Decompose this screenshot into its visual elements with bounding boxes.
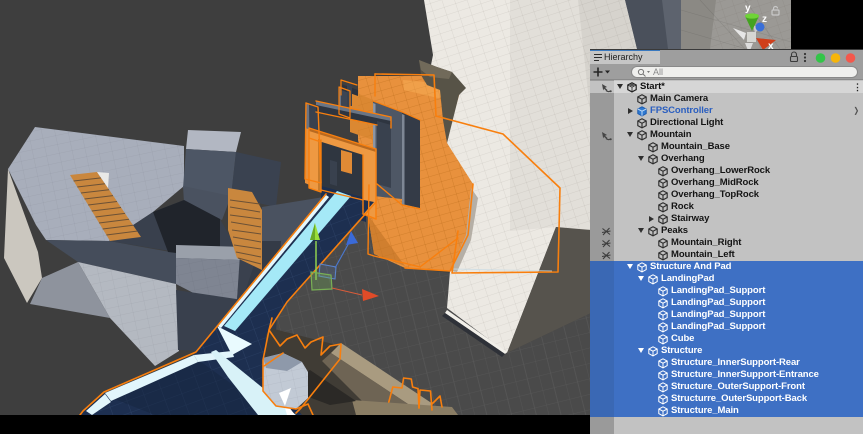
svg-text:y: y [745,3,751,14]
svg-text:z: z [762,14,767,25]
